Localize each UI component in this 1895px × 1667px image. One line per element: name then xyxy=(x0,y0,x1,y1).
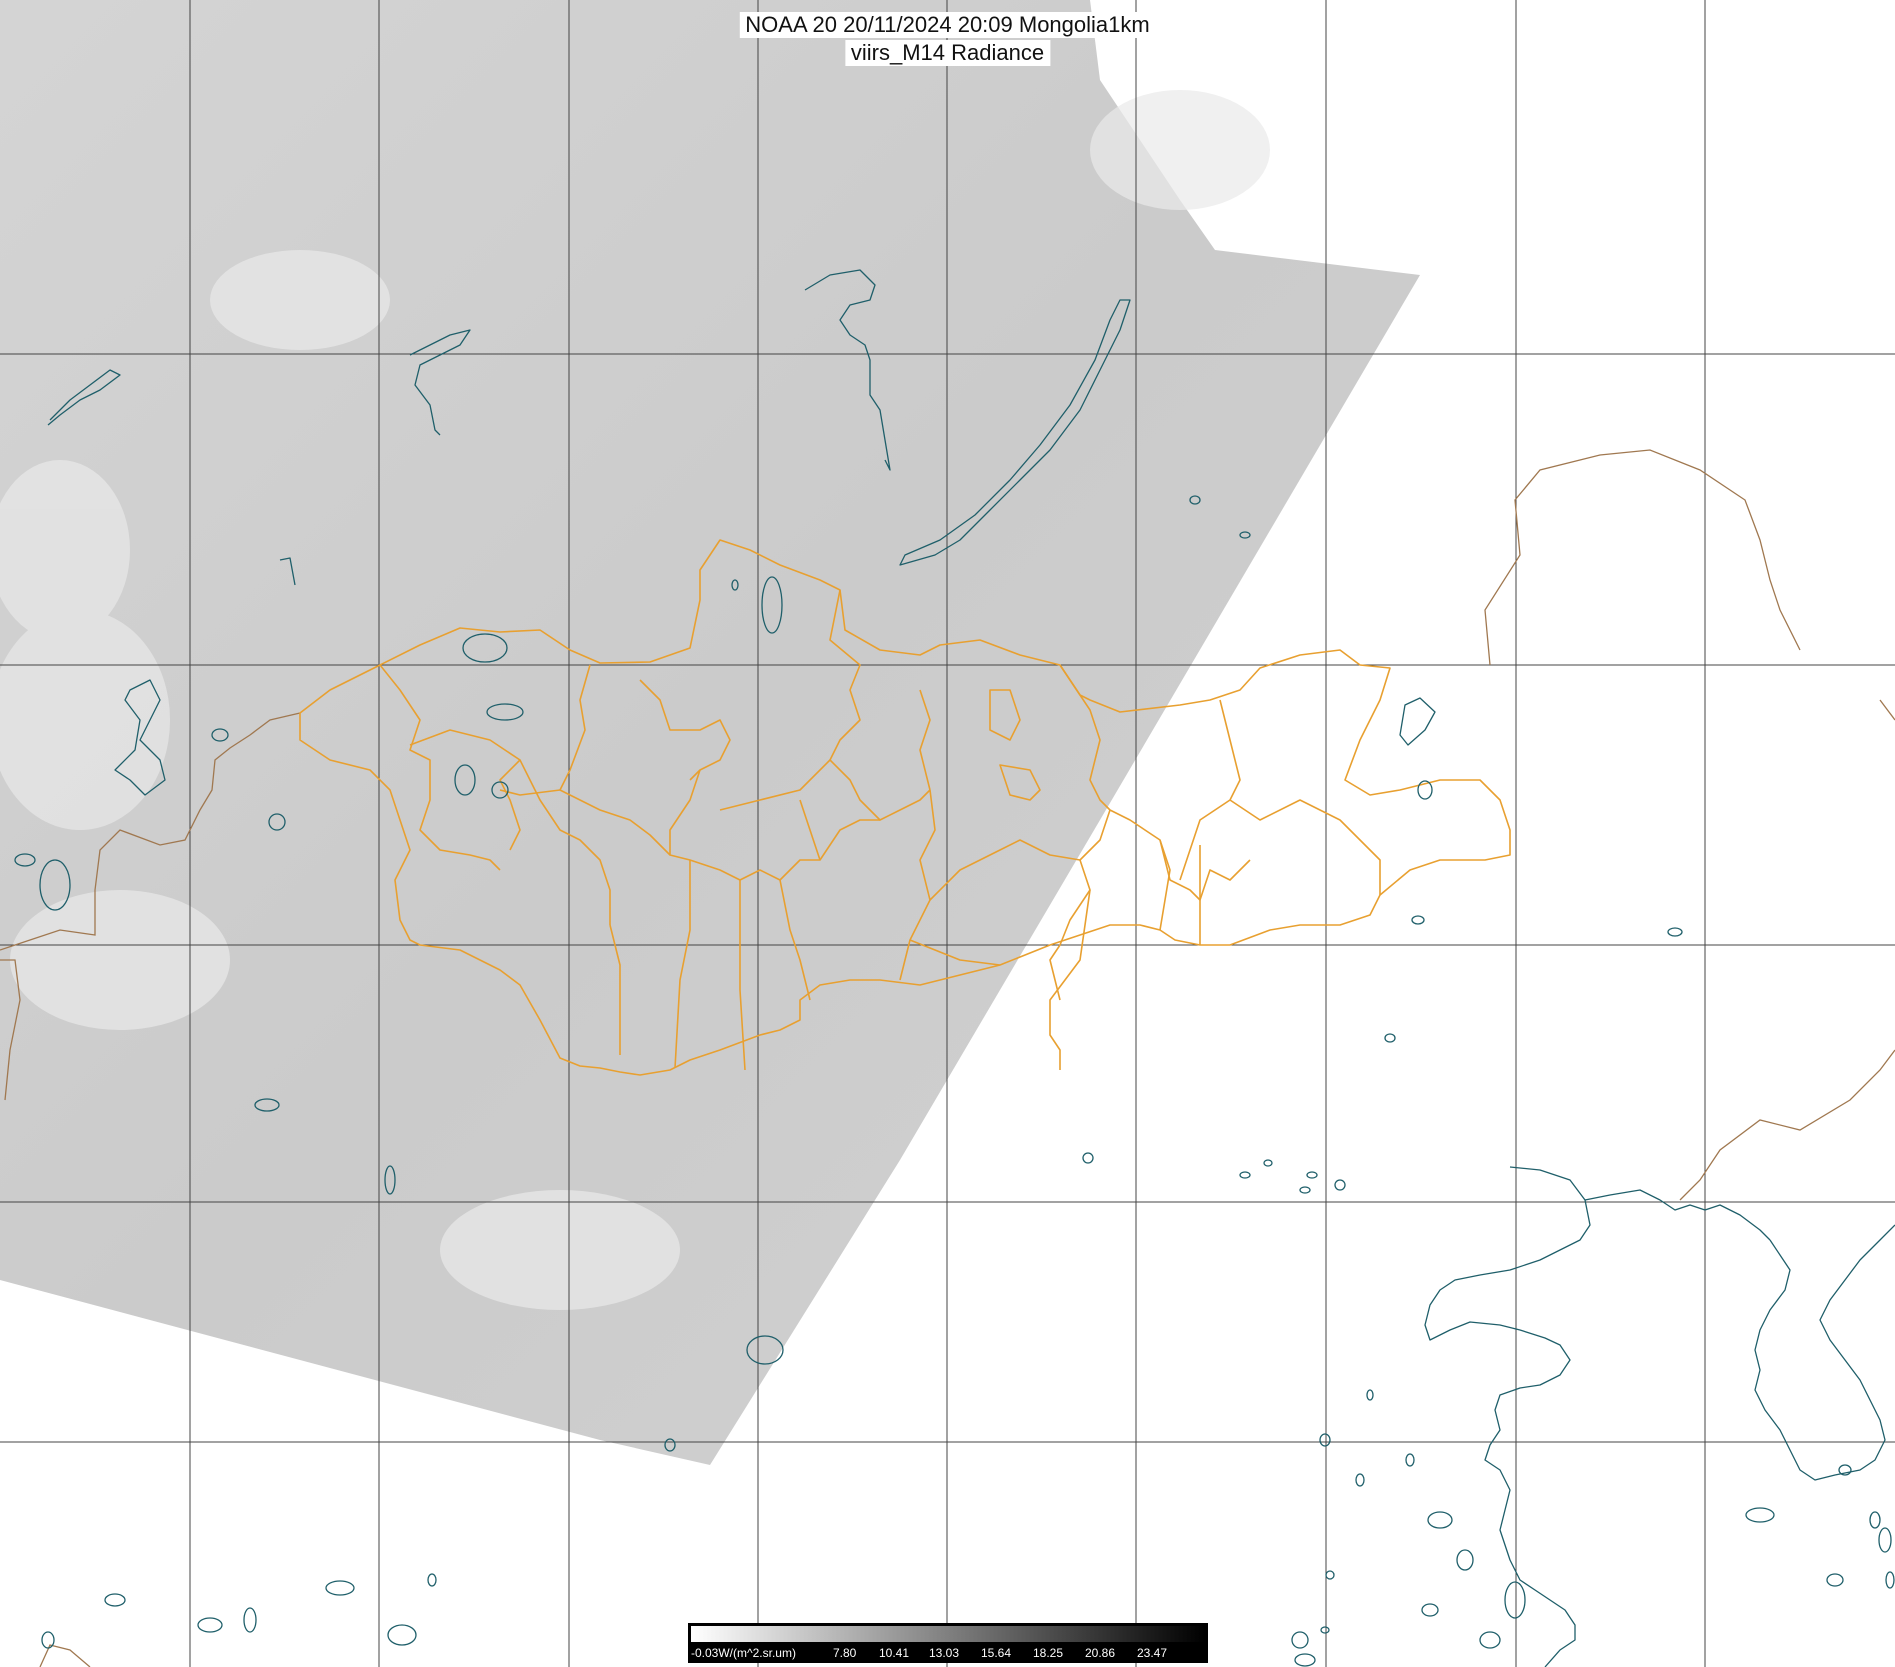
colorbar-tick-label: 7.80 xyxy=(833,1646,857,1660)
bohai-coast xyxy=(1584,1189,1771,1241)
colorbar-gradient xyxy=(691,1626,1205,1642)
colorbar-unit-label: -0.03W/(m^2.sr.um) xyxy=(691,1646,796,1660)
satellite-map xyxy=(0,0,1895,1667)
colorbar-tick-label: 15.64 xyxy=(981,1646,1012,1660)
map-subtitle: viirs_M14 Radiance xyxy=(844,40,1051,66)
east-asia-coastline xyxy=(1424,1166,1591,1667)
map-title: NOAA 20 20/11/2024 20:09 Mongolia1km xyxy=(739,12,1156,38)
colorbar-tick-label: 18.25 xyxy=(1033,1646,1064,1660)
colorbar-tick-label: 10.41 xyxy=(879,1646,910,1660)
colorbar-tick-label: 23.47 xyxy=(1137,1646,1168,1660)
colorbar: -0.03W/(m^2.sr.um) 7.80 10.41 13.03 15.6… xyxy=(688,1623,1208,1663)
colorbar-tick-label: 13.03 xyxy=(929,1646,960,1660)
colorbar-tick-label: 20.86 xyxy=(1085,1646,1116,1660)
colorbar-labels: -0.03W/(m^2.sr.um) 7.80 10.41 13.03 15.6… xyxy=(689,1644,1207,1662)
